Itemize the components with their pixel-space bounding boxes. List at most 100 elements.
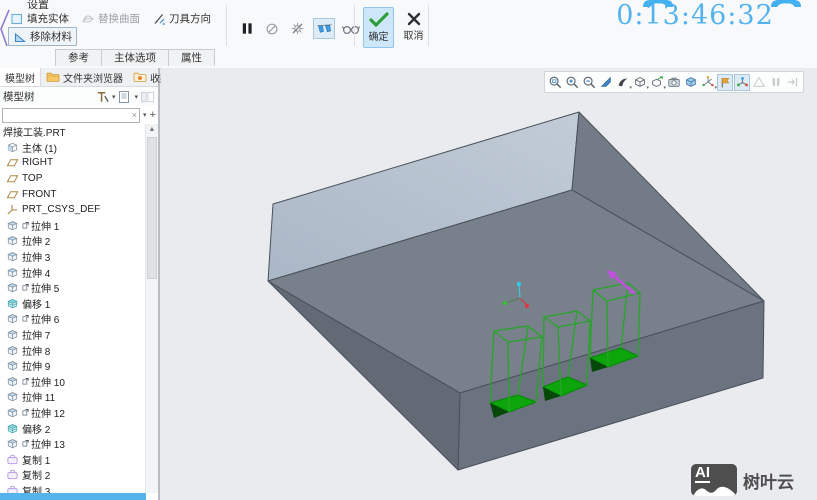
annotation-display-icon[interactable] [717,74,733,91]
tree-search-box[interactable]: × [2,108,140,123]
watermark: AI 树叶云 [691,464,794,496]
show-columns-icon[interactable] [140,90,155,104]
dashboard-tab-references[interactable]: 参考 [55,49,102,66]
tree-item[interactable]: 拉伸 7 [0,327,146,343]
ok-check-icon [369,12,389,27]
datum-display-icon[interactable]: ▾ [700,74,716,91]
zoom-region-icon[interactable] [547,74,563,91]
repaint-icon[interactable] [598,74,614,91]
zoom-in-icon[interactable] [564,74,580,91]
tree-search-input[interactable] [5,110,132,121]
tree-item[interactable]: 焊接工装.PRT [0,124,146,140]
tree-item[interactable]: 拉伸 2 [0,233,146,249]
tree-item[interactable]: TOP [0,171,146,187]
folder-icon [46,71,60,83]
dashboard-tab-body-options[interactable]: 主体选项 [101,49,169,66]
tool-direction-button[interactable]: 刀具方向 [152,11,211,26]
tree-item[interactable]: 拉伸 12 [0,405,146,421]
tab-folder-browser[interactable]: 文件夹浏览器 [41,68,128,86]
no-preview-icon[interactable] [263,20,281,37]
exit-view-icon[interactable] [785,74,801,91]
tree-item[interactable]: 拉伸 5 [0,280,146,296]
scrollbar-thumb[interactable] [147,137,157,279]
settings-row-2: 移除材料 [8,27,77,49]
tab-model-tree[interactable]: 模型树 [0,68,41,86]
feature-badge-icon [22,377,29,386]
cancel-button[interactable]: 取消 [399,7,428,46]
creo-window: 设置 填充实体 替换曲面 刀具方向 [0,0,817,500]
attached-preview-icon[interactable] [313,18,335,39]
tree-item[interactable]: 拉伸 11 [0,389,146,405]
remove-material-button[interactable]: 移除材料 [8,27,77,46]
saved-orientations-icon[interactable]: ▾ [649,74,665,91]
model-tree-header-label: 模型树 [3,89,35,104]
mountain-icon [691,482,737,496]
tree-item[interactable]: RIGHT [0,155,146,171]
tree-item[interactable]: 复制 1 [0,451,146,467]
tree-item[interactable]: 偏移 1 [0,296,146,312]
shaded-view-icon[interactable] [683,74,699,91]
tree-item[interactable]: 拉伸 13 [0,436,146,452]
view-capture-icon[interactable] [666,74,682,91]
tree-item[interactable]: 拉伸 3 [0,249,146,265]
watermark-ai-label: AI [695,464,710,483]
perspective-icon[interactable] [751,74,767,91]
tree-item[interactable]: 拉伸 1 [0,218,146,234]
copy-icon [6,484,19,493]
ok-button[interactable]: 确定 [363,7,394,48]
tree-item[interactable]: 拉伸 8 [0,342,146,358]
tree-vertical-scrollbar[interactable]: ▲ [145,124,158,493]
spin-center-icon[interactable] [734,74,750,91]
graphics-toolbar: ▾▾▾▾ [544,71,804,93]
search-add-icon[interactable]: + [150,110,156,121]
tree-item[interactable]: 拉伸 10 [0,374,146,390]
tool-direction-icon [152,12,166,26]
zoom-out-icon[interactable] [581,74,597,91]
tree-filters-icon[interactable] [95,90,110,104]
tree-horizontal-scrollbar[interactable] [0,493,146,500]
extrude-icon [6,266,19,279]
3d-viewport[interactable]: ▾▾▾▾ AI 树叶云 [161,68,817,500]
clear-search-icon[interactable]: × [132,111,137,120]
tree-item[interactable]: 拉伸 9 [0,358,146,374]
extrude-icon [6,359,19,372]
base-plate [268,112,764,470]
verify-feature-icon[interactable] [342,20,360,37]
feature-badge-icon [22,283,29,292]
feature-badge-icon [22,439,29,448]
scroll-up-icon[interactable]: ▲ [146,124,158,135]
ribbon-separator [226,5,227,46]
csys-icon [6,203,19,216]
watermark-brand: 树叶云 [743,468,794,493]
tree-item[interactable]: 偏移 2 [0,420,146,436]
fill-solid-button[interactable]: 填充实体 [10,11,69,26]
dropdown-arrow-icon[interactable]: ▾ [112,93,116,101]
extrude-icon [6,344,19,357]
tree-item[interactable]: 拉伸 6 [0,311,146,327]
tree-item-label: 拉伸 6 [31,311,59,326]
favorites-folder-icon [133,71,147,83]
ok-label: 确定 [369,28,389,43]
tree-settings-doc-icon[interactable] [117,90,132,104]
ribbon-separator [354,5,355,46]
shading-style-icon[interactable]: ▾ [615,74,631,91]
model-tree-header-bar: 模型树 ▾ ▾ [0,87,158,106]
search-dropdown-icon[interactable]: ▾ [143,111,147,119]
replace-surface-button[interactable]: 替换曲面 [81,11,140,26]
detached-preview-icon[interactable] [288,20,306,37]
dropdown-arrow-icon[interactable]: ▾ [134,93,138,101]
tree-item[interactable]: FRONT [0,186,146,202]
copy-icon [6,468,19,481]
tree-item[interactable]: 复制 2 [0,467,146,483]
display-style-icon[interactable]: ▾ [632,74,648,91]
tree-item-label: 复制 3 [22,483,50,493]
tree-item[interactable]: 主体 (1) [0,140,146,156]
pause-display-icon[interactable] [768,74,784,91]
3d-model-canvas[interactable] [161,68,817,500]
tree-item[interactable]: 拉伸 4 [0,264,146,280]
tree-item[interactable]: PRT_CSYS_DEF [0,202,146,218]
tree-item-label: 拉伸 11 [22,389,55,404]
dashboard-tab-properties[interactable]: 属性 [168,49,215,66]
tree-item[interactable]: 复制 3 [0,483,146,493]
pause-icon[interactable] [238,20,256,37]
